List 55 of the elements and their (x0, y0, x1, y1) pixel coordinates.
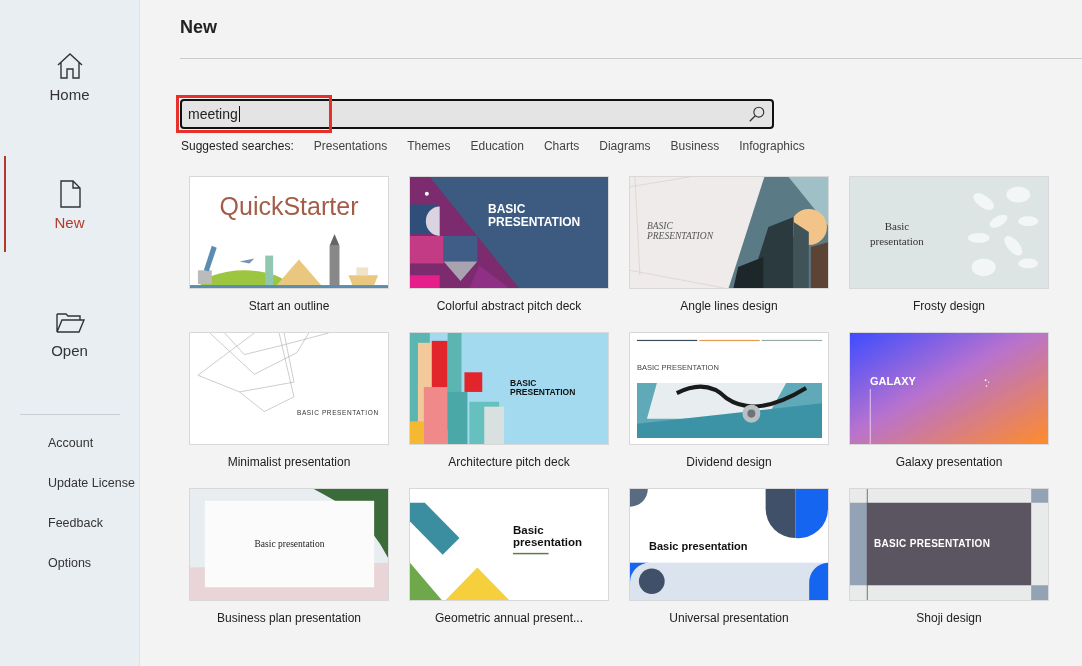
sidebar-item[interactable]: New (4, 156, 139, 252)
sidebar-link[interactable]: Feedback (48, 512, 103, 535)
template-name: Frosty design (913, 298, 985, 314)
slide-title: QuickStarter (219, 193, 359, 221)
suggested-link[interactable]: Infographics (739, 139, 805, 153)
sidebar-link[interactable]: Update License (48, 472, 135, 495)
page-title: New (180, 16, 218, 38)
suggested-link[interactable]: Themes (407, 139, 451, 153)
template-name: Galaxy presentation (895, 454, 1003, 470)
sidebar-item[interactable]: Home (0, 28, 139, 124)
sidebar-link[interactable]: Options (48, 552, 92, 575)
template-name: Architecture pitch deck (448, 454, 570, 470)
template-name: Colorful abstract pitch deck (436, 298, 582, 314)
suggested-label: Suggested searches: (181, 139, 294, 153)
slide-title: Basic (884, 219, 910, 234)
slide-title: PRESENTATION (510, 388, 576, 397)
template-thumbnail[interactable]: BASIC PRESENTATION (849, 488, 1049, 601)
suggested-link[interactable]: Diagrams (599, 139, 651, 153)
slide-title: GALAXY (870, 375, 916, 388)
sidebar-link[interactable]: Account (48, 432, 94, 455)
search-icon[interactable] (748, 105, 766, 123)
slide-title: Basic (513, 524, 544, 536)
template-name: Dividend design (686, 454, 772, 470)
template-thumbnail[interactable]: Basic presentation (849, 176, 1049, 289)
slide-title: presentation (513, 536, 582, 548)
slide-title: PRESENTATION (647, 231, 713, 241)
template-thumbnail[interactable]: BASIC PRESENTATION (409, 176, 609, 289)
slide-title: PRESENTATION (488, 216, 581, 229)
slide-title: Basic presentation (649, 540, 748, 553)
template-name: Geometric annual present... (434, 610, 584, 626)
template-thumbnail[interactable]: GALAXY (849, 332, 1049, 445)
template-thumbnail[interactable]: Basic presentation (409, 488, 609, 601)
template-name: Minimalist presentation (227, 454, 351, 470)
template-name: Start an outline (248, 298, 330, 314)
template-thumbnail[interactable]: Basic presentation (189, 488, 389, 601)
slide-title: BASIC PRESENTATION (874, 538, 991, 549)
slide-title: BASIC (647, 221, 673, 231)
template-name: Universal presentation (669, 610, 789, 626)
suggested-link[interactable]: Business (670, 139, 720, 153)
template-thumbnail[interactable]: Basic presentation (629, 488, 829, 601)
template-name: Angle lines design (680, 298, 778, 314)
template-name: Shoji design (916, 610, 982, 626)
search-field[interactable]: meeting (180, 99, 774, 129)
template-thumbnail[interactable]: QuickStarter (189, 176, 389, 289)
slide-title: presentation (870, 234, 924, 249)
slide-title: BASIC (510, 379, 537, 388)
sidebar-item[interactable]: Open (0, 284, 139, 380)
slide-title: BASIC (488, 203, 526, 216)
template-name: Business plan presentation (216, 610, 362, 626)
suggested-link[interactable]: Education (470, 139, 524, 153)
slide-title: Basic presentation (254, 539, 325, 550)
template-thumbnail[interactable]: BASIC PRESENTATION (629, 176, 829, 289)
suggested-link[interactable]: Presentations (313, 139, 388, 153)
suggested-link[interactable]: Charts (543, 139, 580, 153)
template-thumbnail[interactable]: BASIC PRESENTATION (409, 332, 609, 445)
